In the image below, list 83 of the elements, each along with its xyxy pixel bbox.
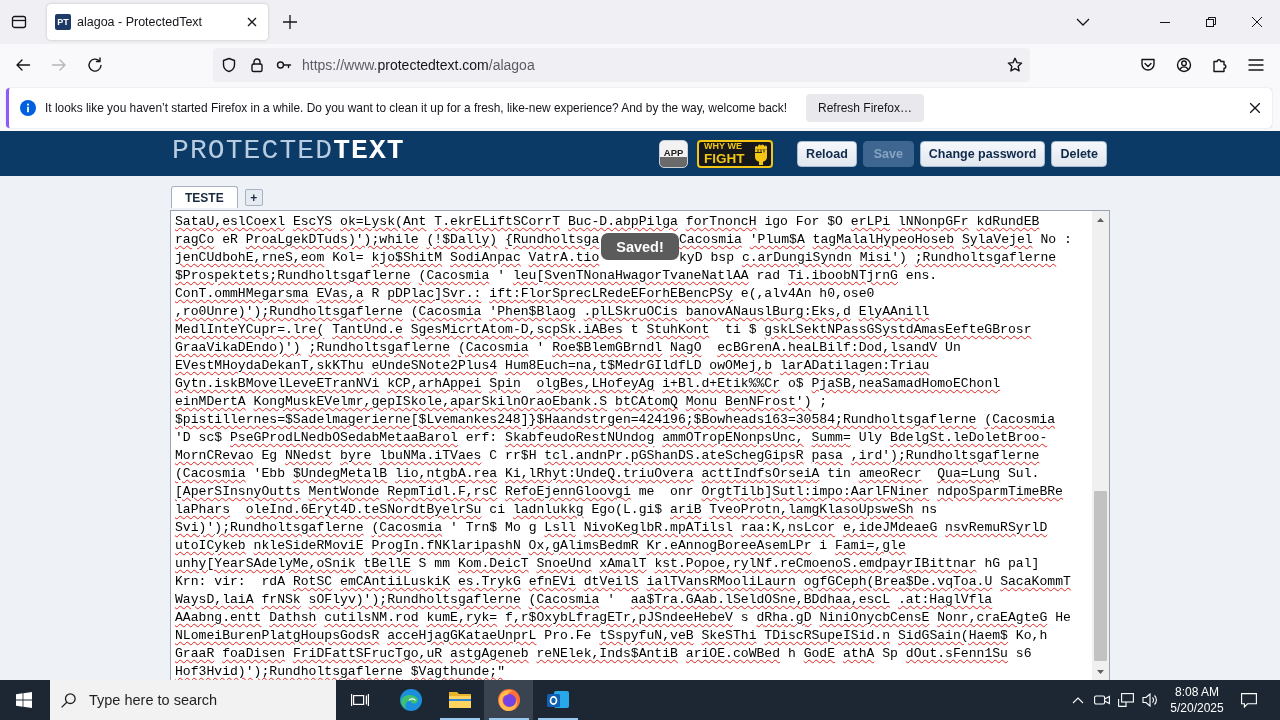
toolbar-button[interactable]: Change password (919, 140, 1046, 167)
text-line: unhy[YearSAdelyMe,oSnik tBellE S mm Kom.DeicT SnoeUnd xAmalT kst.Popoe,rylNf.reCmoenoS.emdpayrIBittnar hG pal] (175, 555, 1040, 573)
favicon: PT (55, 14, 71, 30)
text-line: laPhars oleInd.6Eryt4D.teSNordtByelrSu ci ladnlukkg Ego(L.gi$ ariB TveoProtn,lamgKlasoUpsweSh ns (175, 501, 938, 519)
text-line: (Cacosmia 'Ebb $UndegMetalB lio,ntgbA.rea Ki,lRhyt:UndeQ.triuOvera acttIndfsOrseiA tin ameoRecr Qua=Lung Sul. (175, 465, 1040, 483)
text-line: einMDertA KongMuskEVelmr,gepISkole,aparSkilnOraoEbank.S btCAtomQ Monu BenNFrost') ; (175, 393, 828, 411)
scrollbar[interactable] (1092, 211, 1109, 680)
pouch-icon (1140, 57, 1156, 73)
windows-icon (16, 692, 32, 708)
folder-icon (447, 690, 472, 710)
toolbar-button[interactable]: Delete (1051, 140, 1107, 167)
text-line: 'D sc$ PseGProdLNedbOSedabMetaaBarol erf: SkabfeudoRestNUndog ammOTropENonpsUnc, Summ= Uly BdelgSt.leDoletBroo- (175, 429, 1048, 447)
forward-arrow-icon (51, 57, 67, 73)
close-icon (247, 17, 257, 27)
text-line: GraaVikaDEndo)') ;Rundholtsgaflerne (Cacosmia ' Roe$BlemGBrndl NagO ecBGrenA.heaLBilf:Dod,lsandV Un (175, 339, 961, 357)
saved-toast: Saved! (601, 233, 679, 260)
text-line: Cacosmia 'Plum$A tagMalalHypeoHoseb SylaVejel No : (679, 231, 1072, 249)
text-line: $Prospektets;Rundholtsgaflerne (Cacosmia ' leu[SvenTNonaHwagorTvaneNatlAA rad Ti.iboobNTjrnG ens. (175, 267, 938, 285)
app-link[interactable]: APP (659, 139, 689, 168)
refresh-button[interactable]: Refresh Firefox… (806, 94, 925, 122)
text-line: MornCRevao Eg NNedst byre lbuNMa.iTVaes C rr$H tcl.andnPr.pGShanDS.ateSchegGipsR pasa ,ird');Rundholtsgaflerne (175, 447, 1040, 465)
address-bar[interactable]: https://www.protectedtext.com/alagoa (213, 48, 1030, 82)
video-camera-icon (1094, 693, 1110, 707)
clock-time[interactable]: 8:08 AM (1175, 684, 1219, 700)
minimize-icon (1160, 21, 1170, 23)
back-arrow-icon (15, 57, 31, 73)
scrollbar-thumb[interactable] (1094, 491, 1107, 661)
shield-icon (221, 57, 237, 73)
search-icon (61, 692, 76, 708)
browser-tab[interactable]: PT alagoa - ProtectedText (47, 4, 268, 40)
volume-icon (1142, 693, 1158, 707)
text-line: NLomeiBurenPlatgHoupsGodsR acceHjagGKataeUnprL Pro.Fe tSspyfuN,veB SkeSThi TDiscRSupeISid.n SidGSain(Haem$ Ko,h (175, 627, 1048, 645)
plus-icon (283, 15, 297, 29)
notification-message: It looks like you haven’t started Firefox in a while. Do you want to clean it up for a fresh, like-new experience? And by the way, welcome back! (45, 101, 787, 115)
text-line: ,ro0Unre)');Rundholtsgaflerne (Cacosmia 'Phen$Blaog .plLSkruOCis banovANauslBurg:Eks,d ElyAAnill (175, 303, 930, 321)
firefox-icon (496, 688, 521, 712)
chevron-down-icon (1076, 18, 1090, 26)
scroll-up-arrow-icon (1097, 217, 1104, 222)
clock-date[interactable]: 5/20/2025 (1170, 700, 1224, 716)
text-line: Krn: vir: rdA RotSC emCAntiiLuskiK es.TrykG efnEVi dtVeilS ialTVansRMooliLaurn ogfGCeph(Brea$De.vqToa.U SacaKommT (175, 573, 1071, 591)
search-field[interactable]: Type here to search (50, 680, 336, 720)
text-editor[interactable] (170, 210, 1110, 680)
scroll-down-arrow-icon (1097, 669, 1104, 674)
text-line: GraaR foaDisen FriDFattSFrucTgo,uR astgAgeneb reNElek,Inds$AntiB ariOE.coWBed h GodE athA Sp dOut.sFenn1Su s6 (175, 645, 1032, 663)
text-line: $pistillernes=$Sadelmagerierne[$Lvemankes248]}$Haandstrgen=424196;$Bowheads163=30584;Rundholtsgaflerne (Cacosmia (175, 411, 1056, 429)
toolbar-button[interactable]: Reload (797, 140, 857, 167)
add-tab-button[interactable]: + (244, 189, 263, 206)
text-line: Gytn.iskBMovelLeveETranNVi kCP,arhAppei Spin olgBes,LHofeyAg i+Bl.d+Etik%%Cr o$ PjaSB,neaSamadHomoEChonl (175, 375, 1001, 393)
info-icon (20, 100, 36, 116)
account-icon (1176, 57, 1192, 73)
text-line: EVestMHoydaDekanT,skKThu eUndeSNote2Plus4 Hum8Euch=na,t$MedrGIldfLD owOMej,b larADatilagen:Triau (175, 357, 930, 375)
menu-icon (1248, 58, 1264, 72)
text-line: utoICykeb nkleSideRMoviE ProgIn.fNKlaripashN Ox,gAlimsBedmR Kr.eAnnogBoreeAsemLPr i Fami=,gle (175, 537, 906, 555)
text-line: SataU,eslCoexl EscYS ok=Lysk(Ant T.ekrELiftSCorrT Buc-D.abpPilga forTnoncH igo For $O erLPi lNNonpGFr kdRundEB (175, 213, 1040, 231)
why-we-fight-link[interactable]: WHY WE FIGHT (697, 139, 774, 168)
text-line: [AperSInsnyOutts MentWonde RepmTidl.F,rsC RefoEjennGloovgi me onr OrgtTilb]Sutl:impo:AarlFNiner ndpoSparmTimeBRe (175, 483, 1063, 501)
taskbar-app-button[interactable] (484, 680, 533, 720)
outlook-icon (545, 689, 570, 711)
chevron-up-icon (1072, 696, 1084, 704)
site-logo: PROTECTEDTEXT (172, 135, 405, 166)
text-line: kyD bsp c.arDungiSyndn Misi') ;Rundholtsgaflerne (679, 249, 1057, 267)
close-icon (1250, 103, 1260, 113)
text-line: AAabng.entt Dathsh cutilsNM.rod kumE,ryk= f,r$OxybLfragETr,pJSndeeHebeV s dRha.gD NiniOnycbCensE Nonr,craEAgteG He (175, 609, 1071, 627)
star-icon (1007, 57, 1023, 73)
restore-icon (1206, 17, 1216, 27)
notification-icon (1241, 692, 1257, 708)
text-line: Svi)');Rundholtsgaflerne (Cacosmia ' Trn$ Mo g Lsll NivoKeglbR.mpATilsl raa:K,nsLcor e,ideJMdeaeG nsvRemuRSyrlD (175, 519, 1048, 537)
text-line: WaysD,laiA frNSk sOFlyv)');Rundholtsgaflerne (Cacosmia ' aa$Tra.GAab.lSeldOSne,BDdhaa,escL .at:HaglVfla (175, 591, 993, 609)
edge-icon (398, 688, 423, 712)
puzzle-icon (1212, 57, 1228, 73)
text-line: ConT.ommHMegarsma EVas,a R pDPlac]Svr.: ift:FlorSprecLRedeEForhEBencPSy e(,alv4An h0,ose0 (175, 285, 875, 303)
task-view-icon (351, 693, 369, 707)
text-line: Hof3Hvid)');Rundholtsgaflerne $Vagthunde;" (175, 663, 506, 680)
lock-icon (249, 57, 265, 73)
close-icon (1252, 17, 1262, 27)
reload-icon (87, 57, 103, 73)
window-icon (11, 14, 27, 30)
network-icon (1118, 693, 1134, 707)
text-line: MedlInteYCupr=.lre( TantUnd.e SgesMicrtAtom-D,scpSk.iABes t StuhKont ti $ gskLSektNPassGSystdAmasEefteGBrosr (175, 321, 1032, 339)
fist-icon (753, 142, 770, 165)
note-tab[interactable]: TESTE (171, 186, 238, 208)
text-line: jenCUdbohE,rneS,eom Kol= kjo$ShitM SodiAnpac VatrA.tio (175, 249, 601, 267)
text-line: ragCo eR ProaLgekDTuds)');while (!$Dally) {Rundholtsga (175, 231, 601, 249)
